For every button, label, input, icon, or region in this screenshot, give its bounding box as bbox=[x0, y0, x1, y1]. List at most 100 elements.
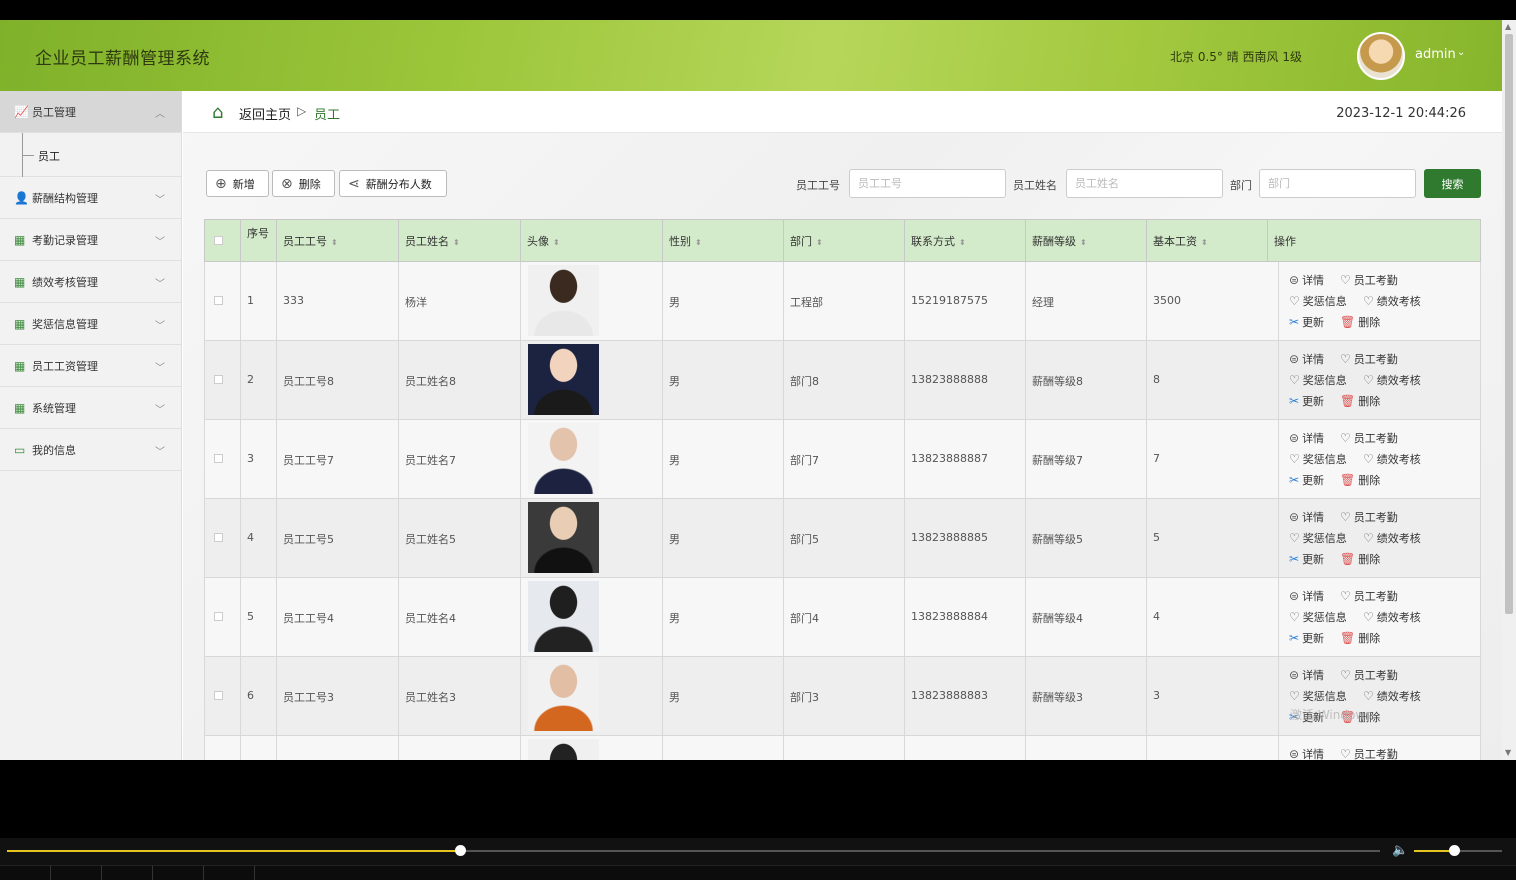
employee-photo[interactable] bbox=[528, 265, 599, 336]
remove-action[interactable]: 🗑 删除 bbox=[1340, 314, 1380, 330]
update-action[interactable]: ✂ 更新 bbox=[1289, 393, 1324, 409]
chevron-down-icon[interactable]: ⌄ bbox=[1457, 47, 1465, 58]
progress-track[interactable] bbox=[7, 845, 1380, 856]
col-header-contact[interactable]: 联系方式 ⬍ bbox=[904, 220, 1025, 263]
sidebar-subitem-employee[interactable]: 员工 bbox=[0, 133, 181, 177]
sidebar-item-employee-mgmt[interactable]: 📈 员工管理 ︿ bbox=[0, 91, 181, 133]
detail-action[interactable]: ⊜ 详情 bbox=[1289, 509, 1324, 525]
user-menu-label[interactable]: admin bbox=[1415, 47, 1456, 62]
attendance-action[interactable]: ♡ 员工考勤 bbox=[1340, 351, 1398, 367]
sidebar-item-performance[interactable]: ▦ 绩效考核管理 ﹀ bbox=[0, 261, 181, 303]
sidebar-item-wage[interactable]: ▦ 员工工资管理 ﹀ bbox=[0, 345, 181, 387]
employee-photo[interactable] bbox=[528, 423, 599, 494]
attendance-action[interactable]: ♡ 员工考勤 bbox=[1340, 746, 1398, 760]
employee-photo[interactable] bbox=[528, 660, 599, 731]
progress-knob[interactable] bbox=[455, 845, 467, 856]
reward-action[interactable]: ♡ 奖惩信息 bbox=[1289, 609, 1347, 625]
add-button[interactable]: ⊕ 新增 bbox=[206, 170, 269, 197]
reward-action[interactable]: ♡ 奖惩信息 bbox=[1289, 530, 1347, 546]
sort-icon[interactable]: ⬍ bbox=[695, 238, 702, 247]
reward-action[interactable]: ♡ 奖惩信息 bbox=[1289, 293, 1347, 309]
col-header-dept[interactable]: 部门 ⬍ bbox=[783, 220, 904, 263]
search-button[interactable]: 搜索 bbox=[1424, 169, 1481, 198]
emp-name-input[interactable] bbox=[1066, 169, 1223, 198]
perf-action[interactable]: ♡ 绩效考核 bbox=[1363, 609, 1421, 625]
vertical-scrollbar[interactable]: ▲ ▼ bbox=[1502, 20, 1516, 760]
remove-action[interactable]: 🗑 删除 bbox=[1340, 393, 1380, 409]
employee-photo[interactable] bbox=[528, 739, 599, 760]
perf-action[interactable]: ♡ 绩效考核 bbox=[1363, 372, 1421, 388]
row-checkbox[interactable] bbox=[214, 454, 223, 463]
row-checkbox[interactable] bbox=[214, 691, 223, 700]
scroll-down-icon[interactable]: ▼ bbox=[1505, 748, 1511, 757]
sort-icon[interactable]: ⬍ bbox=[1080, 238, 1087, 247]
col-header-emp-name[interactable]: 员工姓名 ⬍ bbox=[398, 220, 520, 263]
sort-icon[interactable]: ⬍ bbox=[553, 238, 560, 247]
reward-action[interactable]: ♡ 奖惩信息 bbox=[1289, 688, 1347, 704]
update-action[interactable]: ✂ 更新 bbox=[1289, 314, 1324, 330]
volume-icon[interactable]: 🔈 bbox=[1392, 843, 1408, 858]
dept-input[interactable] bbox=[1259, 169, 1416, 198]
perf-action[interactable]: ♡ 绩效考核 bbox=[1363, 451, 1421, 467]
detail-action[interactable]: ⊜ 详情 bbox=[1289, 667, 1324, 683]
attendance-action[interactable]: ♡ 员工考勤 bbox=[1340, 588, 1398, 604]
attendance-action[interactable]: ♡ 员工考勤 bbox=[1340, 272, 1398, 288]
col-header-level[interactable]: 薪酬等级 ⬍ bbox=[1025, 220, 1146, 263]
sidebar-item-my-info[interactable]: ▭ 我的信息 ﹀ bbox=[0, 429, 181, 471]
col-header-salary[interactable]: 基本工资 ⬍ bbox=[1146, 220, 1267, 263]
row-checkbox[interactable] bbox=[214, 533, 223, 542]
delete-button[interactable]: ⊗ 删除 bbox=[272, 170, 335, 197]
cell-gender: 男 bbox=[662, 341, 783, 419]
row-checkbox[interactable] bbox=[214, 612, 223, 621]
sort-icon[interactable]: ⬍ bbox=[816, 238, 823, 247]
reward-action-label: 奖惩信息 bbox=[1302, 690, 1347, 703]
remove-action[interactable]: 🗑 删除 bbox=[1340, 630, 1380, 646]
col-header-gender[interactable]: 性别 ⬍ bbox=[662, 220, 783, 263]
employee-photo[interactable] bbox=[528, 344, 599, 415]
attendance-action[interactable]: ♡ 员工考勤 bbox=[1340, 509, 1398, 525]
detail-action[interactable]: ⊜ 详情 bbox=[1289, 430, 1324, 446]
scroll-thumb[interactable] bbox=[1505, 34, 1513, 614]
avatar[interactable] bbox=[1357, 32, 1405, 80]
row-actions: ⊜ 详情 ♡ 员工考勤 bbox=[1278, 736, 1481, 760]
employee-photo[interactable] bbox=[528, 581, 599, 652]
volume-knob[interactable] bbox=[1448, 845, 1460, 856]
detail-action[interactable]: ⊜ 详情 bbox=[1289, 746, 1324, 760]
row-checkbox[interactable] bbox=[214, 296, 223, 305]
remove-action[interactable]: 🗑 删除 bbox=[1340, 472, 1380, 488]
home-icon[interactable]: ⌂ bbox=[212, 102, 223, 123]
detail-action[interactable]: ⊜ 详情 bbox=[1289, 351, 1324, 367]
update-action[interactable]: ✂ 更新 bbox=[1289, 551, 1324, 567]
sort-icon[interactable]: ⬍ bbox=[453, 238, 460, 247]
col-header-avatar[interactable]: 头像 ⬍ bbox=[520, 220, 662, 263]
sort-icon[interactable]: ⬍ bbox=[959, 238, 966, 247]
employee-photo[interactable] bbox=[528, 502, 599, 573]
col-header-emp-no[interactable]: 员工工号 ⬍ bbox=[276, 220, 398, 263]
update-action[interactable]: ✂ 更新 bbox=[1289, 630, 1324, 646]
perf-action[interactable]: ♡ 绩效考核 bbox=[1363, 530, 1421, 546]
row-checkbox[interactable] bbox=[214, 375, 223, 384]
perf-action-label: 绩效考核 bbox=[1376, 611, 1421, 624]
sidebar-item-salary-structure[interactable]: 👤 薪酬结构管理 ﹀ bbox=[0, 177, 181, 219]
emp-no-input[interactable] bbox=[849, 169, 1006, 198]
select-all-checkbox[interactable] bbox=[214, 236, 223, 245]
detail-action[interactable]: ⊜ 详情 bbox=[1289, 272, 1324, 288]
volume-track[interactable] bbox=[1414, 845, 1502, 856]
breadcrumb-home[interactable]: 返回主页 bbox=[239, 104, 291, 123]
update-action[interactable]: ✂ 更新 bbox=[1289, 472, 1324, 488]
salary-distribution-button[interactable]: ⋖ 薪酬分布人数 bbox=[339, 170, 447, 197]
detail-action[interactable]: ⊜ 详情 bbox=[1289, 588, 1324, 604]
sort-icon[interactable]: ⬍ bbox=[1201, 238, 1208, 247]
reward-action[interactable]: ♡ 奖惩信息 bbox=[1289, 372, 1347, 388]
scroll-up-icon[interactable]: ▲ bbox=[1505, 22, 1511, 31]
perf-action[interactable]: ♡ 绩效考核 bbox=[1363, 688, 1421, 704]
perf-action[interactable]: ♡ 绩效考核 bbox=[1363, 293, 1421, 309]
sidebar-item-reward[interactable]: ▦ 奖惩信息管理 ﹀ bbox=[0, 303, 181, 345]
attendance-action[interactable]: ♡ 员工考勤 bbox=[1340, 667, 1398, 683]
sidebar-item-attendance[interactable]: ▦ 考勤记录管理 ﹀ bbox=[0, 219, 181, 261]
reward-action[interactable]: ♡ 奖惩信息 bbox=[1289, 451, 1347, 467]
sidebar-item-system[interactable]: ▦ 系统管理 ﹀ bbox=[0, 387, 181, 429]
remove-action[interactable]: 🗑 删除 bbox=[1340, 551, 1380, 567]
attendance-action[interactable]: ♡ 员工考勤 bbox=[1340, 430, 1398, 446]
sort-icon[interactable]: ⬍ bbox=[331, 238, 338, 247]
